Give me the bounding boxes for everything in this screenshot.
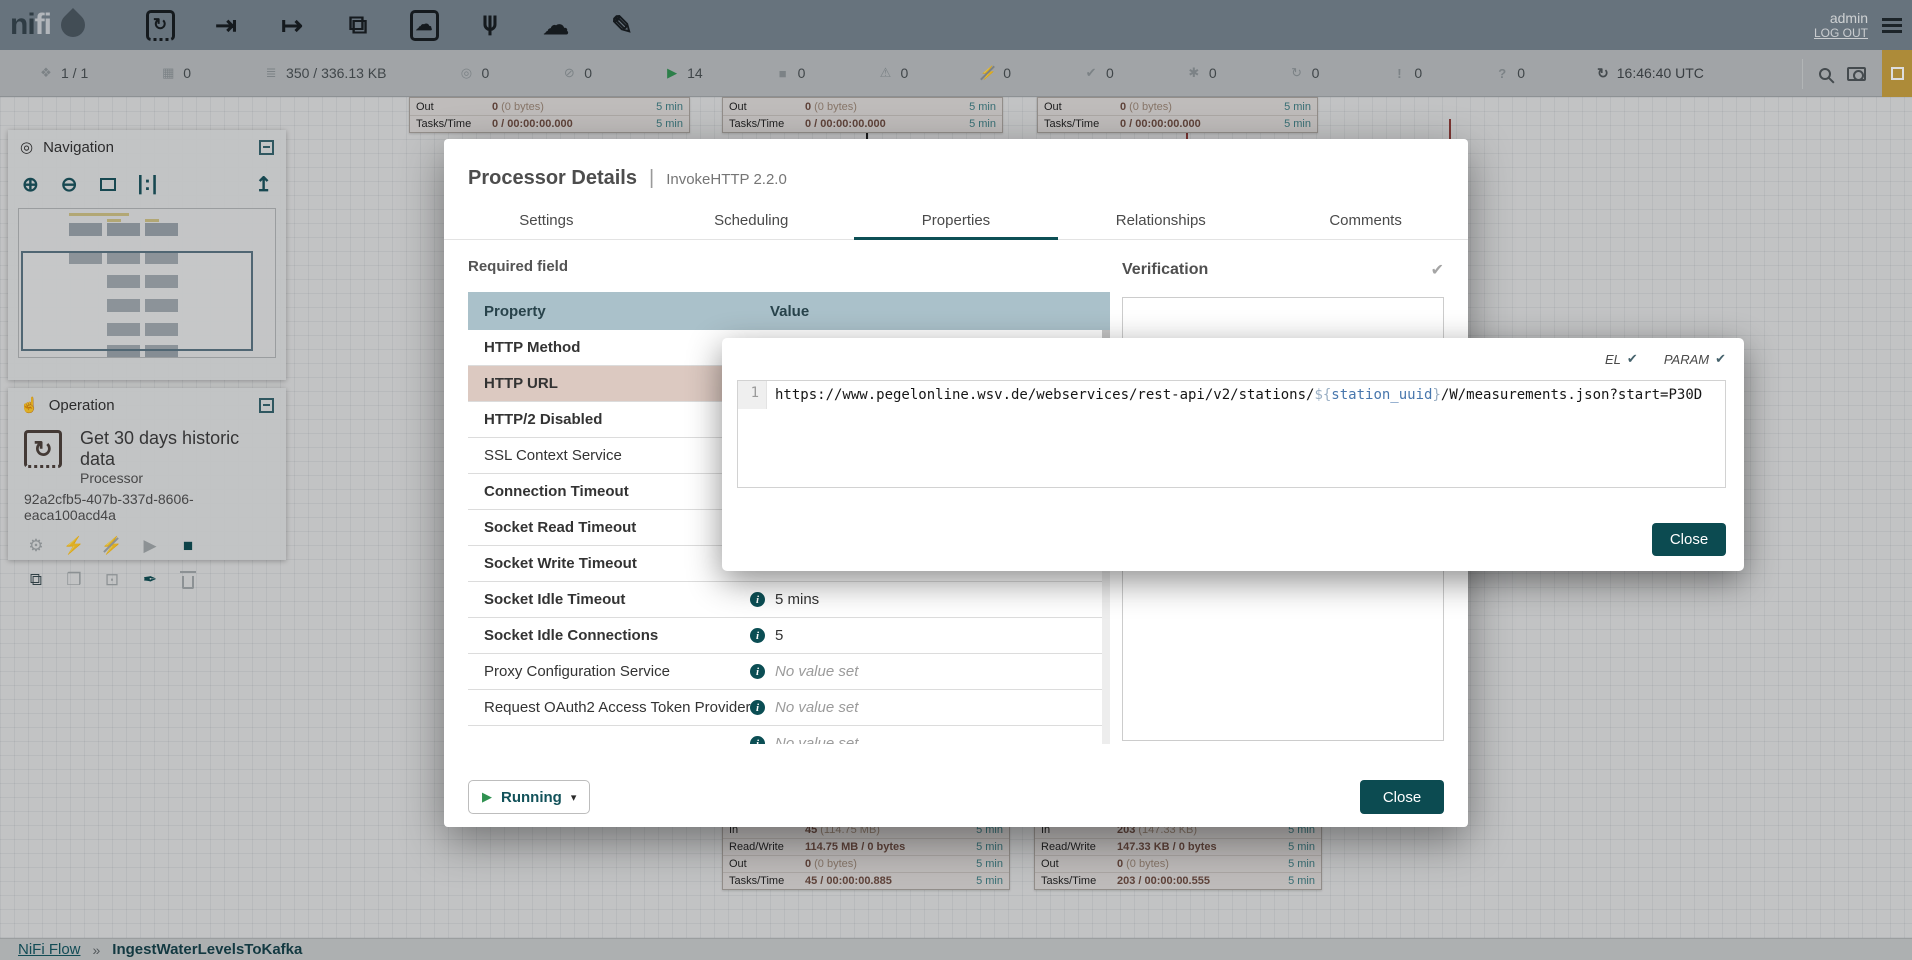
info-icon[interactable]: i: [750, 700, 765, 715]
property-column-header: Property: [468, 303, 750, 320]
running-play-icon: ▶: [482, 789, 492, 805]
info-icon[interactable]: i: [750, 736, 765, 744]
tab-relationships[interactable]: Relationships: [1058, 204, 1263, 239]
property-value: 5 mins: [775, 591, 819, 608]
info-icon[interactable]: i: [750, 592, 765, 607]
line-number: 1: [738, 381, 767, 409]
verification-check-icon[interactable]: ✔: [1431, 260, 1444, 280]
editor-flags: EL ✔ PARAM ✔: [1605, 351, 1726, 367]
run-state-label: Running: [501, 789, 562, 806]
property-row-proxy-configuration-service[interactable]: Proxy Configuration ServiceiNo value set: [468, 654, 1110, 690]
dialog-title: Processor Details: [468, 167, 637, 190]
info-icon[interactable]: i: [750, 664, 765, 679]
title-separator: |: [649, 167, 654, 190]
info-icon[interactable]: i: [750, 628, 765, 643]
property-value-placeholder: No value set: [775, 699, 858, 716]
property-row-socket-idle-timeout[interactable]: Socket Idle Timeouti5 mins: [468, 582, 1110, 618]
property-row-oauth2-token-provider[interactable]: Request OAuth2 Access Token ProvideriNo …: [468, 690, 1110, 726]
http-url-value[interactable]: https://www.pegelonline.wsv.de/webservic…: [775, 381, 1702, 409]
properties-table-header: Property Value: [468, 292, 1110, 330]
dialog-tabs: Settings Scheduling Properties Relations…: [444, 204, 1468, 240]
tab-properties[interactable]: Properties: [854, 204, 1059, 239]
popup-close-button[interactable]: Close: [1652, 523, 1726, 556]
run-state-button[interactable]: ▶ Running ▾: [468, 780, 590, 814]
tab-comments[interactable]: Comments: [1263, 204, 1468, 239]
property-row-socket-idle-connections[interactable]: Socket Idle Connectionsi5: [468, 618, 1110, 654]
expression-variable: station_uuid: [1331, 387, 1432, 403]
dialog-close-button[interactable]: Close: [1360, 780, 1444, 814]
tab-scheduling[interactable]: Scheduling: [649, 204, 854, 239]
dialog-subtitle: InvokeHTTP 2.2.0: [666, 171, 787, 188]
value-column-header: Value: [750, 303, 1110, 320]
verification-label: Verification: [1122, 261, 1208, 279]
value-editor-popup: EL ✔ PARAM ✔ 1 https://www.pegelonline.wsv…: [722, 338, 1744, 571]
property-value-placeholder: No value set: [775, 735, 858, 744]
property-row-partial[interactable]: i No value set: [468, 726, 1110, 744]
caret-down-icon: ▾: [571, 791, 577, 804]
value-code-editor[interactable]: 1 https://www.pegelonline.wsv.de/webserv…: [737, 380, 1726, 488]
tab-settings[interactable]: Settings: [444, 204, 649, 239]
param-supported-flag: PARAM ✔: [1664, 351, 1726, 367]
el-label: EL: [1605, 352, 1621, 367]
required-field-label: Required field: [468, 258, 568, 275]
dialog-title-row: Processor Details | InvokeHTTP 2.2.0: [468, 167, 787, 190]
param-label: PARAM: [1664, 352, 1709, 367]
property-value: 5: [775, 627, 783, 644]
verification-header: Verification ✔: [1122, 260, 1444, 280]
el-supported-flag: EL ✔: [1605, 351, 1638, 367]
property-value-placeholder: No value set: [775, 663, 858, 680]
el-check-icon: ✔: [1627, 351, 1638, 367]
param-check-icon: ✔: [1715, 351, 1726, 367]
